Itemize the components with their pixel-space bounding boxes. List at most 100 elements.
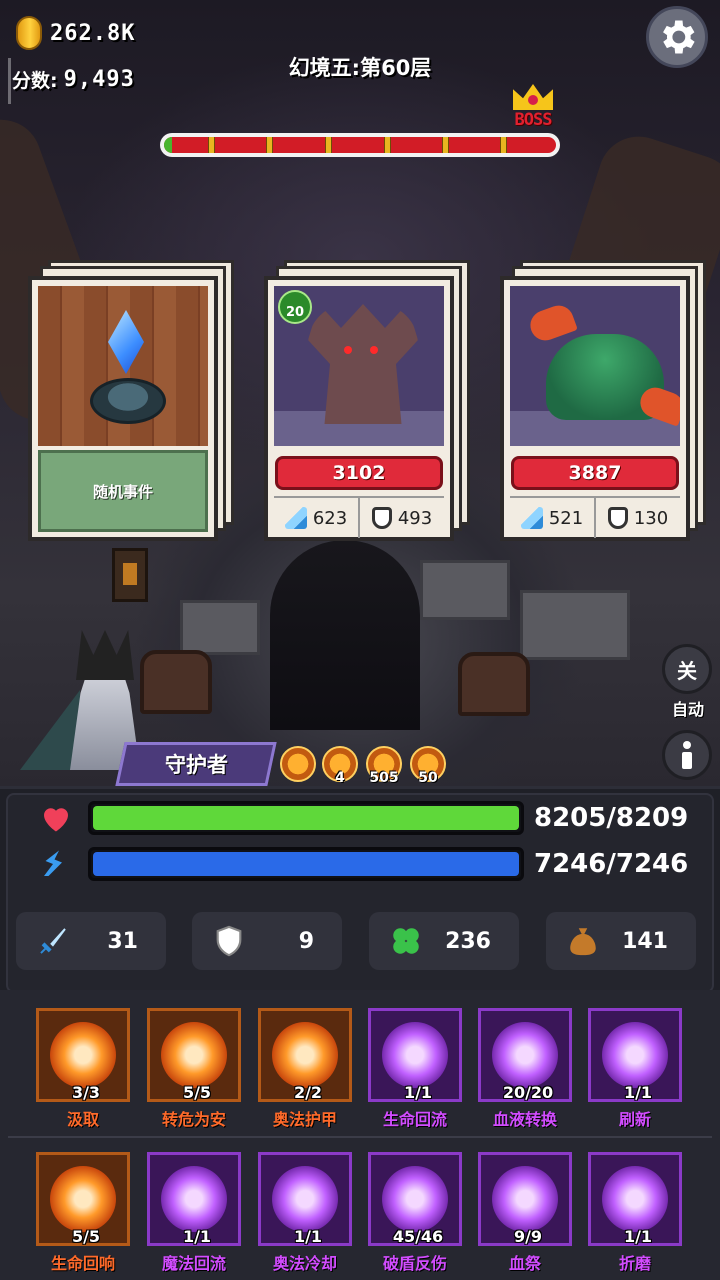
settings-button[interactable] xyxy=(646,6,708,68)
monster-attack: 521 xyxy=(510,498,594,538)
mp-text: 7246/7246 xyxy=(534,849,689,879)
skill-icon xyxy=(161,1166,227,1232)
gold-display: 262.8K xyxy=(16,16,135,50)
skill-icon xyxy=(272,1022,338,1088)
sword-icon xyxy=(520,507,543,529)
clover-icon xyxy=(393,928,419,954)
skill-slot[interactable]: 45/46 破盾反伤 xyxy=(368,1152,464,1280)
buff-count: 4 xyxy=(335,770,345,786)
skill-frame: 1/1 xyxy=(147,1152,241,1246)
monster-attack-value: 521 xyxy=(548,507,584,529)
skill-slot[interactable]: 1/1 生命回流 xyxy=(368,1008,464,1136)
progress-tick xyxy=(325,137,332,153)
coin-icon xyxy=(16,16,42,50)
monster-card[interactable]: 20 3102 623 493 xyxy=(264,276,454,541)
skill-icon xyxy=(602,1022,668,1088)
hero-class-tag[interactable]: 守护者 xyxy=(115,742,277,786)
attack-stat: 31 xyxy=(16,912,166,970)
monster-attack-value: 623 xyxy=(312,507,348,529)
skill-level: 1/1 xyxy=(623,1083,653,1102)
monster-card-stack[interactable]: 20 3102 623 493 xyxy=(264,256,474,546)
auto-label: 自动 xyxy=(671,700,704,719)
progress-tick xyxy=(442,137,449,153)
skill-name: 生命回响 xyxy=(50,1254,115,1273)
monster-eye xyxy=(344,346,352,354)
mana-icon xyxy=(44,850,62,876)
treasure-chest xyxy=(458,652,530,716)
skill-icon xyxy=(272,1166,338,1232)
monster-claw xyxy=(526,301,578,345)
skill-slot[interactable]: 1/1 魔法回流 xyxy=(147,1152,243,1280)
stone-block xyxy=(420,560,510,620)
skill-slot[interactable]: 1/1 奥法冷却 xyxy=(258,1152,354,1280)
shield-icon xyxy=(216,925,242,957)
dungeon-doorway xyxy=(270,540,420,730)
skill-name: 生命回流 xyxy=(382,1110,447,1129)
monster-card-stack[interactable]: 3887 521 130 xyxy=(500,256,710,546)
skill-name: 折磨 xyxy=(618,1254,651,1273)
monster-defense: 130 xyxy=(594,498,680,538)
skill-icon xyxy=(602,1166,668,1232)
skill-icon xyxy=(382,1022,448,1088)
buff-count: 50 xyxy=(418,770,438,786)
gold-amount: 262.8K xyxy=(50,20,136,46)
progress-tick xyxy=(384,137,391,153)
skill-level: 1/1 xyxy=(403,1083,433,1102)
skill-frame: 2/2 xyxy=(258,1008,352,1102)
monster-eye xyxy=(370,346,378,354)
gold-bag-value: 141 xyxy=(622,928,668,954)
skill-slot[interactable]: 5/5 转危为安 xyxy=(147,1008,243,1136)
auto-toggle-button[interactable]: 关 xyxy=(662,644,712,694)
monster-attack: 623 xyxy=(274,498,358,538)
info-button[interactable] xyxy=(662,730,712,780)
skill-icon xyxy=(492,1022,558,1088)
skill-frame: 5/5 xyxy=(147,1008,241,1102)
defense-value: 9 xyxy=(298,928,314,954)
attack-value: 31 xyxy=(107,928,138,954)
skill-name: 转危为安 xyxy=(161,1110,226,1129)
event-card-stack[interactable]: 随机事件 xyxy=(28,256,238,546)
hp-bar xyxy=(88,801,524,835)
buff-icon[interactable] xyxy=(280,746,316,782)
buff-icon[interactable]: 50 xyxy=(410,746,446,786)
hero-hair xyxy=(76,630,134,680)
skill-slot[interactable]: 20/20 血液转换 xyxy=(478,1008,574,1136)
skill-icon xyxy=(382,1166,448,1232)
defense-stat: 9 xyxy=(192,912,342,970)
skill-level: 2/2 xyxy=(293,1083,323,1102)
luck-stat: 236 xyxy=(369,912,519,970)
heart-icon xyxy=(44,808,68,832)
skill-frame: 5/5 xyxy=(36,1152,130,1246)
skill-frame: 1/1 xyxy=(368,1008,462,1102)
skill-slot[interactable]: 1/1 刷新 xyxy=(588,1008,684,1136)
skill-slot[interactable]: 1/1 折磨 xyxy=(588,1152,684,1280)
progress-fill xyxy=(164,137,172,153)
hero-cape xyxy=(20,690,80,770)
skill-name: 刷新 xyxy=(618,1110,651,1129)
level-title: 幻境五:第60层 xyxy=(288,56,432,80)
hp-text: 8205/8209 xyxy=(534,803,689,833)
floor-progress-bar xyxy=(160,133,560,157)
event-card[interactable]: 随机事件 xyxy=(28,276,218,541)
skill-frame: 1/1 xyxy=(258,1152,352,1246)
skills-row-divider xyxy=(8,1136,712,1138)
skill-name: 血液转换 xyxy=(492,1110,557,1129)
monster-card[interactable]: 3887 521 130 xyxy=(500,276,690,541)
money-bag-icon xyxy=(570,928,596,956)
lantern-icon xyxy=(112,548,148,602)
skill-slot[interactable]: 2/2 奥法护甲 xyxy=(258,1008,354,1136)
skill-icon xyxy=(492,1166,558,1232)
shield-icon xyxy=(607,507,628,529)
skill-slot[interactable]: 5/5 生命回响 xyxy=(36,1152,132,1280)
skill-frame: 45/46 xyxy=(368,1152,462,1246)
buff-icon[interactable]: 4 xyxy=(322,746,358,786)
buff-icon[interactable]: 505 xyxy=(366,746,402,786)
skill-slot[interactable]: 9/9 血祭 xyxy=(478,1152,574,1280)
crystal-icon xyxy=(108,310,144,374)
skill-frame: 1/1 xyxy=(588,1152,682,1246)
mp-bar xyxy=(88,847,524,881)
pedestal-icon xyxy=(90,378,166,424)
crown-icon xyxy=(513,84,553,110)
skill-slot[interactable]: 3/3 汲取 xyxy=(36,1008,132,1136)
monster-defense-value: 493 xyxy=(397,507,433,529)
